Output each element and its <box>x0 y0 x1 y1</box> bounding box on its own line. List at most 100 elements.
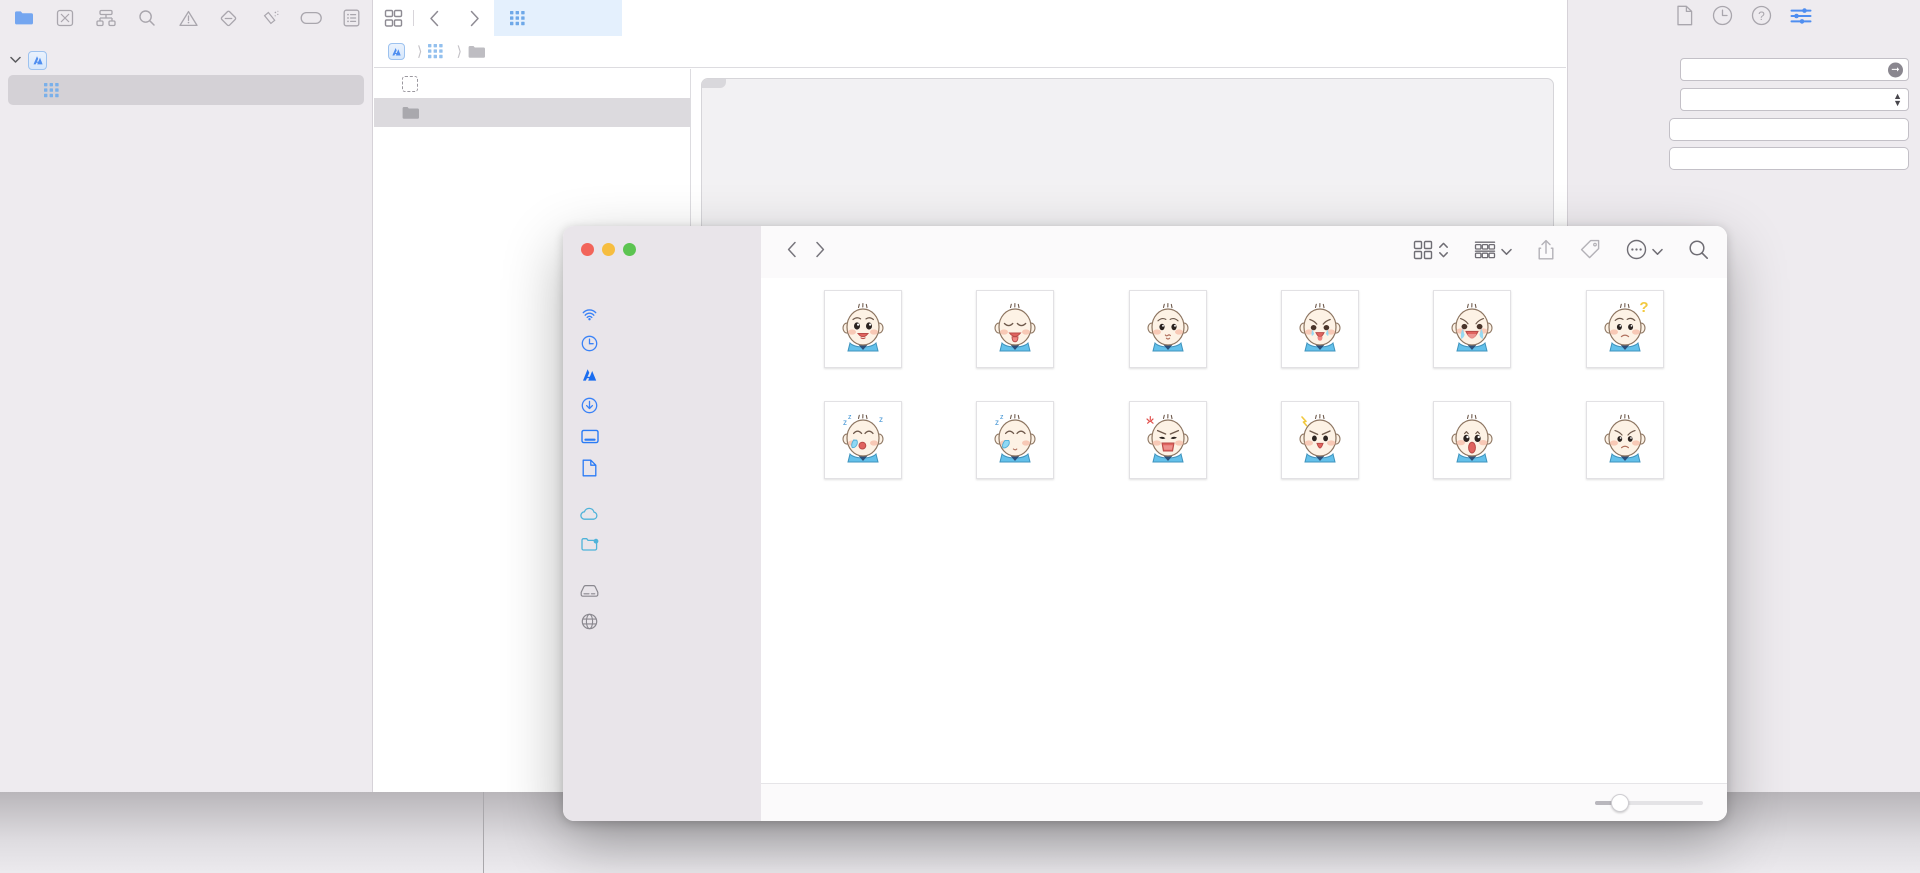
sidebar-item-icloud-drive[interactable] <box>563 498 761 529</box>
more-chevron-icon[interactable] <box>1652 243 1663 261</box>
file-thumbnail[interactable] <box>1433 401 1511 479</box>
folder-icon <box>402 106 420 120</box>
grid-squares-icon[interactable] <box>373 0 413 36</box>
attributes-inspector-icon[interactable] <box>1790 7 1812 30</box>
desktop-divider <box>483 792 484 873</box>
finder-sidebar <box>563 226 761 821</box>
sidebar-item-documents[interactable] <box>563 452 761 483</box>
share-icon[interactable] <box>1537 239 1555 266</box>
list-item[interactable] <box>1396 290 1548 377</box>
finder-toolbar <box>1413 226 1709 278</box>
sidebar-item-applications[interactable] <box>563 359 761 390</box>
history-inspector-icon[interactable] <box>1712 5 1733 31</box>
tag-icon[interactable] <box>290 0 331 36</box>
list-item[interactable] <box>1244 401 1396 488</box>
tag-icon[interactable] <box>1580 239 1601 265</box>
sticker-size-select[interactable]: ▲▼ <box>1680 88 1909 111</box>
file-thumbnail[interactable] <box>1281 290 1359 368</box>
file-thumbnail[interactable] <box>1433 290 1511 368</box>
debug-spray-icon[interactable] <box>249 0 290 36</box>
list-item-sticker-pack[interactable] <box>374 98 690 127</box>
icon-size-slider[interactable] <box>1595 801 1703 805</box>
baby-face-angry-spark-icon <box>1289 409 1351 471</box>
svg-text:z: z <box>879 415 883 424</box>
sidebar-item-macintosh-hd[interactable] <box>563 575 761 606</box>
file-thumbnail[interactable] <box>824 290 902 368</box>
forward-chevron-icon[interactable] <box>454 0 494 36</box>
list-item[interactable] <box>939 290 1091 377</box>
forward-chevron-icon[interactable] <box>815 241 825 263</box>
project-navigator <box>0 36 373 873</box>
list-item[interactable]: ? <box>1549 290 1701 377</box>
report-list-icon[interactable] <box>331 0 372 36</box>
list-item[interactable] <box>1092 401 1244 488</box>
inspector-name-row: ➞ <box>1568 58 1920 88</box>
file-thumbnail[interactable]: z z <box>976 401 1054 479</box>
view-sort-chevrons-icon[interactable] <box>1438 240 1449 265</box>
breadcrumb-item-project[interactable] <box>388 43 411 60</box>
back-chevron-icon[interactable] <box>414 0 454 36</box>
file-thumbnail[interactable] <box>1281 401 1359 479</box>
arrow-right-icon[interactable]: ➞ <box>1888 62 1903 77</box>
inspector-size-row: ▲▼ <box>1568 88 1920 118</box>
baby-face-confused-question-icon: ? <box>1594 298 1656 360</box>
slider-knob[interactable] <box>1611 794 1629 812</box>
search-icon[interactable] <box>1688 239 1709 265</box>
group-by-icon[interactable] <box>1474 240 1496 265</box>
card-tag <box>702 79 726 88</box>
file-thumbnail[interactable]: ? <box>1586 290 1664 368</box>
sidebar-item-stickers[interactable] <box>8 75 364 105</box>
sidebar-item-downloads[interactable] <box>563 390 761 421</box>
sidebar-item-recents[interactable] <box>563 328 761 359</box>
svg-text:z: z <box>995 418 999 427</box>
list-item-imessage-app-icon[interactable] <box>374 69 690 98</box>
cloud-icon <box>580 507 599 521</box>
group-by-control[interactable] <box>1474 240 1512 265</box>
stickers-grid-icon <box>428 44 444 59</box>
list-item[interactable]: z z <box>939 401 1091 488</box>
warning-icon[interactable] <box>168 0 209 36</box>
nav-project-row[interactable] <box>0 45 372 75</box>
sidebar-item-desktop[interactable] <box>563 421 761 452</box>
navigator-filter-toolbar <box>0 0 373 36</box>
sidebar-item-shared[interactable] <box>563 529 761 560</box>
sidebar-item-network[interactable] <box>563 606 761 637</box>
file-thumbnail[interactable] <box>1586 401 1664 479</box>
file-inspector-icon[interactable] <box>1676 5 1694 31</box>
quick-help-icon[interactable]: ? <box>1751 5 1772 31</box>
tab-stickers[interactable] <box>494 0 622 36</box>
more-actions-icon[interactable] <box>1626 239 1647 265</box>
search-icon[interactable] <box>127 0 168 36</box>
test-diamond-icon[interactable] <box>208 0 249 36</box>
list-item[interactable] <box>1549 401 1701 488</box>
file-thumbnail[interactable] <box>1129 290 1207 368</box>
close-button[interactable] <box>581 243 594 256</box>
list-item[interactable]: z z z <box>787 401 939 488</box>
file-thumbnail[interactable]: z z z <box>824 401 902 479</box>
icon-view-icon[interactable] <box>1413 240 1433 265</box>
name-field[interactable]: ➞ <box>1680 58 1909 81</box>
export-localizations-button[interactable] <box>1669 118 1909 141</box>
source-control-icon[interactable] <box>45 0 86 36</box>
folder-icon[interactable] <box>4 0 45 36</box>
list-item[interactable] <box>1244 290 1396 377</box>
file-thumbnail[interactable] <box>976 290 1054 368</box>
document-icon <box>580 459 599 477</box>
baby-face-surprised-oval-mouth-icon <box>1441 409 1503 471</box>
list-item[interactable] <box>787 290 939 377</box>
list-item[interactable] <box>1092 290 1244 377</box>
group-chevron-icon[interactable] <box>1501 243 1512 261</box>
back-chevron-icon[interactable] <box>787 241 797 263</box>
breadcrumb-item-stickers[interactable] <box>428 44 450 59</box>
breadcrumb-item-sticker-pack[interactable] <box>468 45 492 59</box>
more-actions-control[interactable] <box>1626 239 1663 265</box>
file-thumbnail[interactable] <box>1129 401 1207 479</box>
import-localizations-button[interactable] <box>1669 147 1909 170</box>
chevron-down-icon[interactable] <box>8 56 22 64</box>
sidebar-item-airdrop[interactable] <box>563 297 761 328</box>
zoom-button[interactable] <box>623 243 636 256</box>
hierarchy-icon[interactable] <box>86 0 127 36</box>
view-mode-control[interactable] <box>1413 240 1449 265</box>
list-item[interactable] <box>1396 401 1548 488</box>
minimise-button[interactable] <box>602 243 615 256</box>
